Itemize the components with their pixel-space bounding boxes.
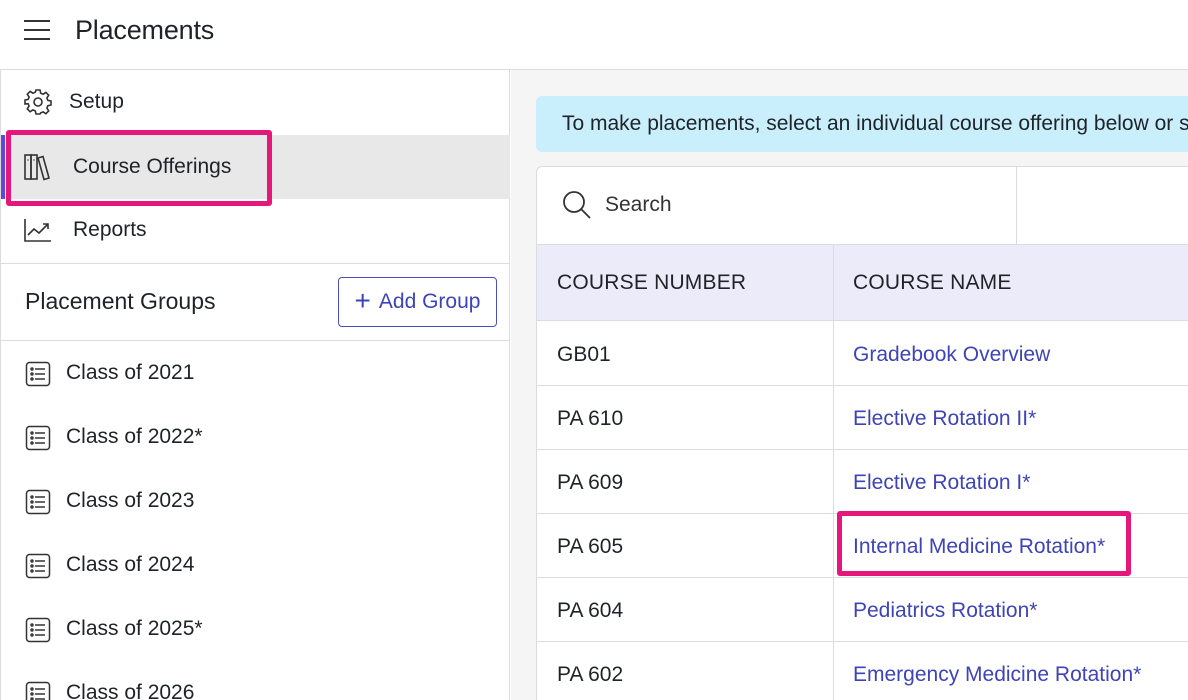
search-icon bbox=[563, 191, 591, 219]
chart-icon bbox=[24, 219, 51, 242]
group-label: Class of 2024 bbox=[66, 553, 195, 576]
group-label: Class of 2026 bbox=[66, 681, 195, 700]
search-input[interactable] bbox=[605, 187, 995, 223]
group-label: Class of 2025* bbox=[66, 617, 203, 640]
course-number: PA 610 bbox=[557, 407, 624, 430]
books-icon bbox=[24, 154, 50, 181]
course-name-link[interactable]: Gradebook Overview bbox=[853, 343, 1050, 367]
course-name-link[interactable]: Internal Medicine Rotation* bbox=[853, 535, 1105, 559]
placement-groups-title: Placement Groups bbox=[25, 288, 216, 314]
column-divider bbox=[833, 245, 834, 700]
plus-icon: + bbox=[354, 284, 371, 316]
course-name-link[interactable]: Emergency Medicine Rotation* bbox=[853, 663, 1141, 687]
table-header: COURSE NUMBER COURSE NAME bbox=[537, 245, 1188, 321]
course-number: PA 604 bbox=[557, 599, 624, 622]
menu-icon[interactable] bbox=[24, 19, 50, 41]
info-banner: To make placements, select an individual… bbox=[536, 96, 1188, 152]
column-header-course-number[interactable]: COURSE NUMBER bbox=[557, 271, 746, 295]
active-indicator bbox=[1, 135, 5, 199]
search-bar bbox=[537, 167, 1017, 245]
sidebar-item-course-offerings[interactable]: Course Offerings bbox=[1, 135, 510, 199]
list-icon bbox=[25, 425, 51, 451]
divider bbox=[1, 263, 510, 264]
page-title: Placements bbox=[75, 15, 215, 45]
course-name-link[interactable]: Pediatrics Rotation* bbox=[853, 599, 1037, 623]
course-offerings-table: COURSE NUMBER COURSE NAME GB01 Gradebook… bbox=[536, 166, 1188, 700]
table-row: GB01 Gradebook Overview bbox=[537, 322, 1188, 386]
course-name-link[interactable]: Elective Rotation I* bbox=[853, 471, 1030, 495]
group-item-class-of-2024[interactable]: Class of 2024 bbox=[1, 533, 510, 597]
sidebar-item-reports[interactable]: Reports bbox=[1, 198, 510, 262]
gear-icon bbox=[24, 89, 52, 115]
group-label: Class of 2021 bbox=[66, 361, 195, 384]
list-icon bbox=[25, 553, 51, 579]
app-header: Placements bbox=[0, 0, 1188, 70]
course-number: GB01 bbox=[557, 343, 611, 366]
sidebar-item-setup[interactable]: Setup bbox=[1, 70, 510, 134]
group-item-class-of-2022[interactable]: Class of 2022* bbox=[1, 405, 510, 469]
table-row: PA 604 Pediatrics Rotation* bbox=[537, 578, 1188, 642]
table-row: PA 610 Elective Rotation II* bbox=[537, 386, 1188, 450]
group-item-class-of-2021[interactable]: Class of 2021 bbox=[1, 341, 510, 405]
sidebar-item-label: Reports bbox=[73, 218, 147, 241]
group-item-class-of-2026[interactable]: Class of 2026 bbox=[1, 661, 510, 700]
column-header-course-name[interactable]: COURSE NAME bbox=[853, 271, 1012, 295]
course-number: PA 605 bbox=[557, 535, 624, 558]
course-number: PA 602 bbox=[557, 663, 624, 686]
table-row: PA 609 Elective Rotation I* bbox=[537, 450, 1188, 514]
sidebar: Setup Course Offerings Reports Placement… bbox=[0, 70, 510, 700]
main-content: To make placements, select an individual… bbox=[511, 70, 1188, 700]
group-item-class-of-2025[interactable]: Class of 2025* bbox=[1, 597, 510, 661]
group-item-class-of-2023[interactable]: Class of 2023 bbox=[1, 469, 510, 533]
group-label: Class of 2022* bbox=[66, 425, 203, 448]
table-row: PA 602 Emergency Medicine Rotation* bbox=[537, 642, 1188, 700]
list-icon bbox=[25, 489, 51, 515]
sidebar-item-label: Setup bbox=[69, 90, 124, 113]
group-label: Class of 2023 bbox=[66, 489, 195, 512]
list-icon bbox=[25, 681, 51, 700]
course-name-link[interactable]: Elective Rotation II* bbox=[853, 407, 1036, 431]
table-row: PA 605 Internal Medicine Rotation* bbox=[537, 514, 1188, 578]
list-icon bbox=[25, 617, 51, 643]
course-number: PA 609 bbox=[557, 471, 624, 494]
add-group-button[interactable]: + Add Group bbox=[338, 277, 497, 327]
list-icon bbox=[25, 361, 51, 387]
add-group-label: Add Group bbox=[378, 290, 481, 313]
sidebar-item-label: Course Offerings bbox=[73, 155, 232, 178]
toolbar-area bbox=[1017, 167, 1188, 245]
